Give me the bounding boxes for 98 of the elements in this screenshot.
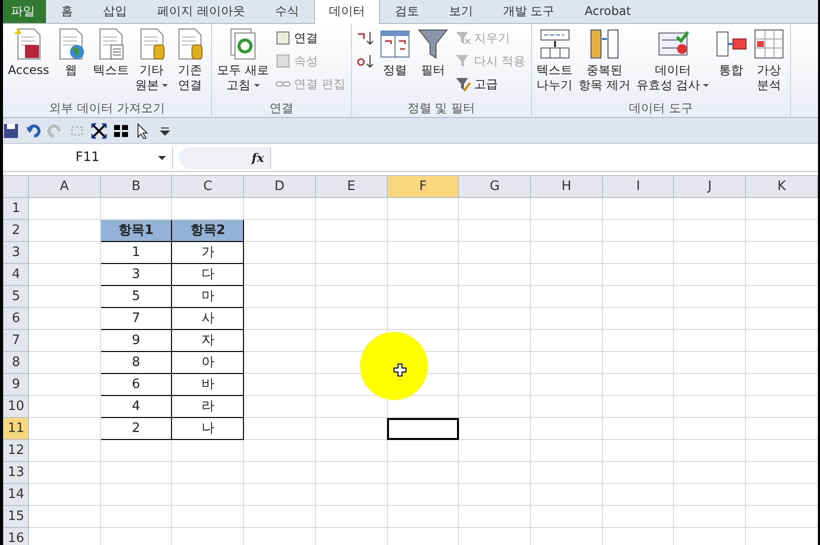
column-header[interactable]: B [100, 176, 172, 198]
active-cell[interactable] [387, 418, 459, 440]
row-header[interactable]: 15 [4, 506, 28, 528]
ribbon-tab[interactable]: 검토 [380, 0, 434, 23]
row-header[interactable]: 9 [4, 374, 28, 396]
name-box[interactable]: F11 [3, 146, 173, 168]
ribbon-tab[interactable]: 수식 [260, 0, 314, 23]
remove-duplicates-icon [588, 27, 620, 61]
row-header[interactable]: 6 [4, 308, 28, 330]
funnel-icon [416, 27, 449, 61]
ribbon-button[interactable]: 가상 분석 [751, 27, 788, 93]
table-cell: 9 [100, 330, 172, 352]
table-cell: 바 [172, 374, 244, 396]
row-header[interactable]: 14 [4, 484, 28, 506]
sort-ascending-icon [356, 30, 373, 46]
column-header[interactable]: C [172, 176, 244, 198]
caret-icon [158, 156, 166, 160]
ribbon-tab[interactable]: 데이터 [314, 0, 380, 24]
redo-icon [47, 122, 63, 138]
column-header[interactable]: D [244, 176, 316, 198]
table-cell: 라 [172, 396, 244, 418]
table-cell: 4 [100, 396, 172, 418]
table-cell: 8 [100, 352, 172, 374]
row-header[interactable]: 11 [4, 418, 28, 440]
ribbon-button[interactable]: 데이터 유효성 검사 [634, 27, 712, 93]
ribbon-button[interactable]: 텍스트 나누기 [534, 27, 575, 93]
table-cell: 가 [172, 242, 244, 264]
column-header[interactable]: K [746, 176, 818, 198]
ribbon-tab[interactable]: 페이지 레이아웃 [142, 0, 260, 23]
undo-icon [25, 122, 41, 138]
ribbon-button[interactable]: Access [6, 27, 52, 78]
row-header[interactable]: 5 [4, 286, 28, 308]
row-header[interactable]: 13 [4, 462, 28, 484]
advanced-filter-icon [454, 76, 471, 92]
text-columns-icon [538, 27, 571, 61]
clear-filter-icon [454, 30, 471, 46]
column-header[interactable]: F [387, 176, 459, 198]
ribbon-button[interactable]: 정렬 [376, 27, 413, 78]
save-icon [3, 122, 19, 138]
ribbon-small-button[interactable]: 고급 [452, 73, 528, 94]
fullscreen-icon [91, 122, 107, 138]
column-header[interactable]: H [530, 176, 602, 198]
table-cell: 2 [100, 418, 172, 440]
ribbon-button[interactable]: 텍스트 [91, 27, 132, 78]
ribbon-small-button[interactable]: 연결 [272, 27, 348, 48]
group-label: 연결 [268, 100, 294, 117]
table-cell: 1 [100, 242, 172, 264]
table-cell: 나 [172, 418, 244, 440]
ribbon-tab[interactable]: Acrobat [570, 0, 646, 23]
link-icon [274, 30, 291, 46]
ribbon-tab[interactable]: 개발 도구 [488, 0, 570, 23]
ribbon-button[interactable]: 중복된 항목 제거 [576, 27, 632, 93]
table-cell: 6 [100, 374, 172, 396]
ribbon-tab[interactable]: 보기 [434, 0, 488, 23]
ribbon-button[interactable]: 기타 원본 [133, 27, 170, 93]
group-label: 외부 데이터 가져오기 [48, 100, 166, 117]
properties-icon [274, 52, 291, 68]
table-cell: 5 [100, 286, 172, 308]
ribbon-tab[interactable]: 홈 [46, 0, 88, 23]
column-header[interactable]: A [28, 176, 100, 198]
reapply-filter-icon [454, 52, 471, 68]
cross-cursor-icon [393, 362, 407, 377]
header-cell: 항목2 [172, 220, 244, 242]
ribbon-button[interactable]: 기존 연결 [172, 27, 208, 93]
group-label: 데이터 도구 [628, 100, 694, 117]
ribbon-button[interactable]: 모두 새로 고침 [215, 27, 271, 93]
ribbon-button[interactable]: 통합 [713, 27, 750, 78]
grid-chart-icon [753, 27, 786, 61]
sort-descending-icon [356, 52, 373, 68]
table-cell: 아 [172, 352, 244, 374]
column-header[interactable]: E [315, 176, 388, 198]
row-header[interactable]: 12 [4, 440, 28, 462]
table-cell: 다 [172, 264, 244, 286]
row-header[interactable]: 8 [4, 352, 28, 374]
ribbon-button[interactable]: 웹 [53, 27, 90, 78]
row-header[interactable]: 2 [4, 220, 28, 242]
row-header[interactable]: 7 [4, 330, 28, 352]
row-header[interactable]: 3 [4, 242, 28, 264]
column-header[interactable]: G [458, 176, 531, 198]
ribbon-button[interactable]: 필터 [414, 27, 451, 78]
ribbon-tab[interactable]: 삽입 [88, 0, 142, 23]
row-header[interactable]: 16 [4, 528, 28, 545]
table-cell: 자 [172, 330, 244, 352]
row-header[interactable]: 1 [4, 198, 28, 220]
column-header[interactable]: J [674, 176, 746, 198]
grid-view-icon [113, 122, 129, 138]
header-cell: 항목1 [100, 220, 172, 242]
file-tab[interactable]: 파일 [3, 0, 46, 23]
table-cell: 사 [172, 308, 244, 330]
row-header[interactable]: 4 [4, 264, 28, 286]
table-cell: 7 [100, 308, 172, 330]
pointer-icon [135, 122, 151, 138]
row-header[interactable]: 10 [4, 396, 28, 418]
table-cell: 3 [100, 264, 172, 286]
table-cell: 마 [172, 286, 244, 308]
insert-function-button[interactable]: fx [179, 146, 271, 168]
column-header[interactable]: I [602, 176, 674, 198]
group-label: 정렬 및 필터 [406, 100, 476, 117]
